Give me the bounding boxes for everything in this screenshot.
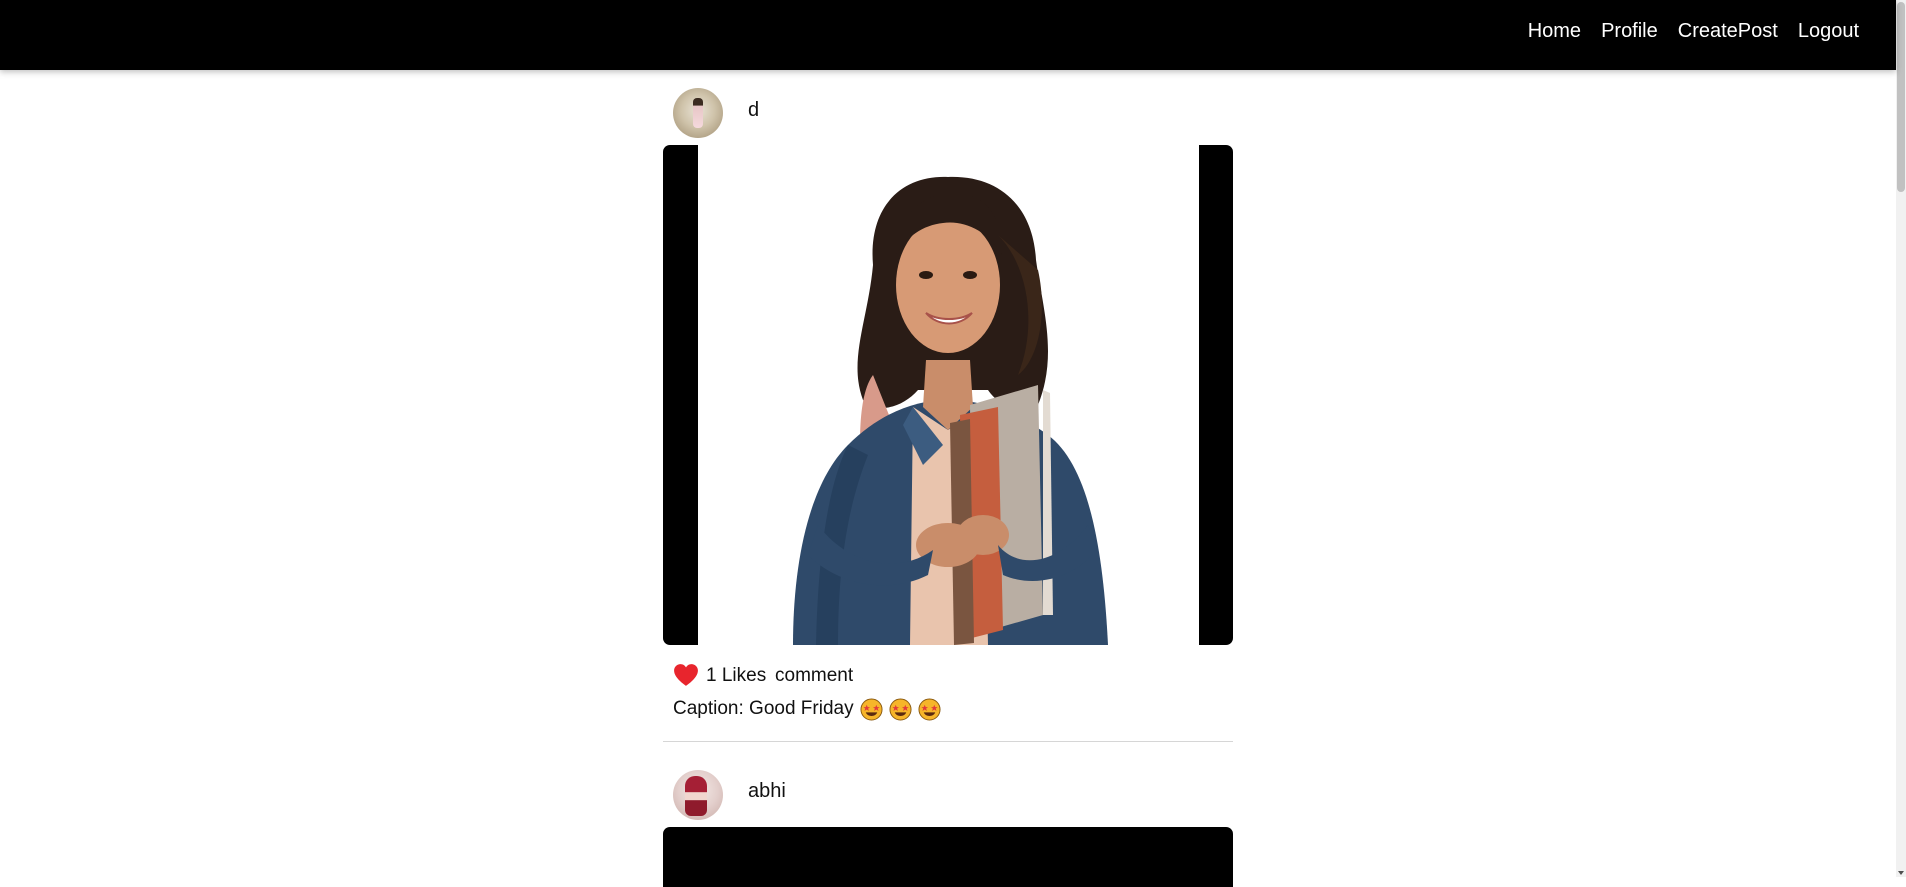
post-username[interactable]: abhi — [748, 780, 786, 803]
star-struck-emoji-icon — [860, 697, 883, 721]
heart-icon[interactable] — [673, 663, 699, 687]
post-card: d 1 Likes comment Caption: Good Friday — [663, 70, 1233, 742]
scrollbar-thumb[interactable] — [1897, 2, 1905, 192]
comment-link[interactable]: comment — [775, 665, 853, 687]
scroll-down-arrow-icon[interactable] — [1898, 871, 1904, 875]
post-header: abhi — [663, 742, 1233, 820]
post-username[interactable]: d — [748, 99, 759, 122]
post-image-frame — [663, 145, 1233, 645]
post-image-frame — [663, 827, 1233, 887]
post-photo — [698, 145, 1199, 645]
avatar-figure — [685, 776, 707, 816]
page-scrollbar[interactable] — [1896, 0, 1906, 877]
student-photo-illustration — [793, 176, 1108, 645]
navbar: Home Profile CreatePost Logout — [0, 0, 1896, 70]
post-actions: 1 Likes comment — [663, 645, 1233, 686]
post-caption: Caption: Good Friday — [663, 691, 1233, 727]
avatar[interactable] — [673, 88, 723, 138]
post-feed: d 1 Likes comment Caption: Good Friday a… — [663, 70, 1233, 887]
star-struck-emoji-icon — [889, 697, 912, 721]
post-header: d — [663, 70, 1233, 145]
nav-createpost-link[interactable]: CreatePost — [1678, 20, 1778, 43]
avatar-figure — [693, 98, 703, 128]
likes-count: 1 Likes — [706, 665, 767, 686]
nav-home-link[interactable]: Home — [1528, 20, 1581, 43]
avatar[interactable] — [673, 770, 723, 820]
caption-text: Caption: Good Friday — [673, 698, 854, 719]
nav-links: Home Profile CreatePost Logout — [1528, 0, 1859, 62]
star-struck-emoji-icon — [918, 697, 941, 721]
nav-logout-link[interactable]: Logout — [1798, 20, 1859, 43]
nav-profile-link[interactable]: Profile — [1601, 20, 1658, 43]
post-card: abhi — [663, 742, 1233, 887]
